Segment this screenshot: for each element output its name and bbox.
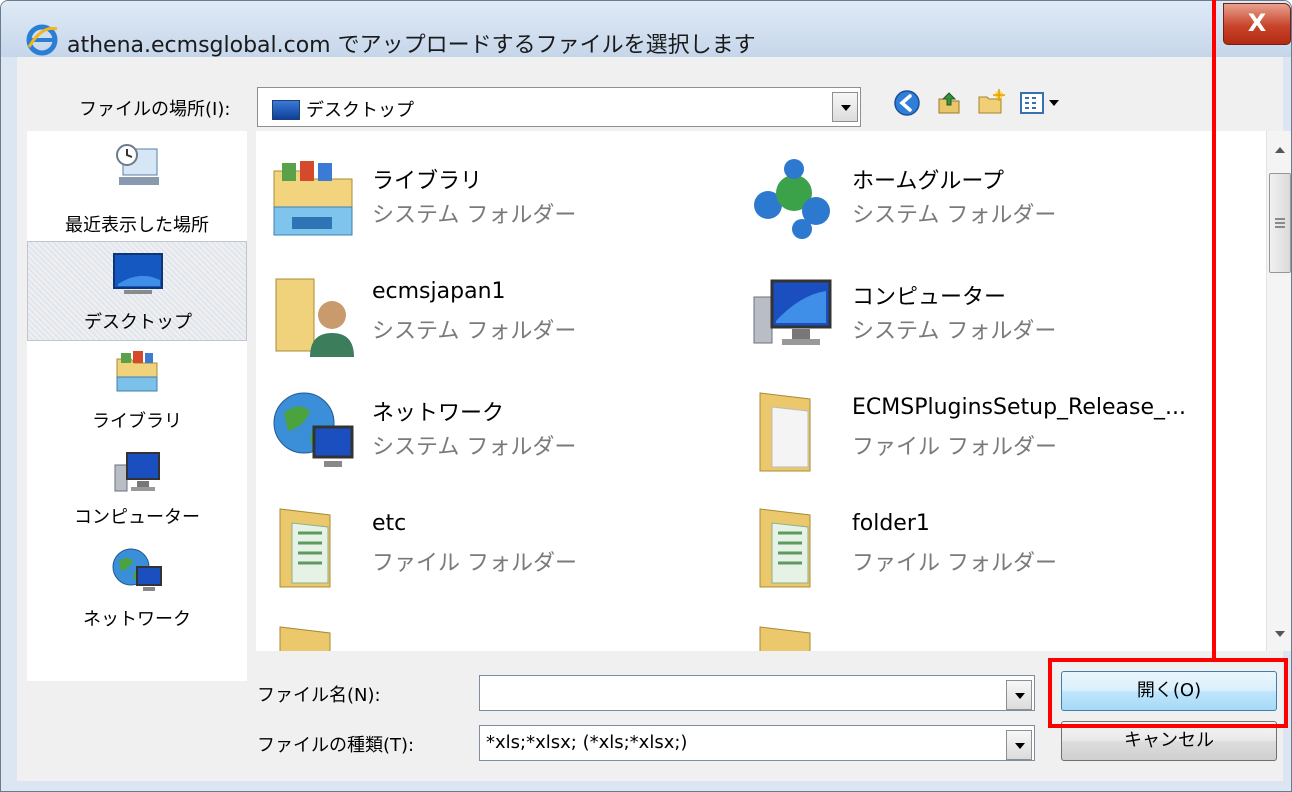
file-type: システム フォルダー	[372, 319, 577, 344]
file-item[interactable]: ホームグループ システム フォルダー	[750, 155, 1210, 265]
chevron-down-icon[interactable]	[1006, 730, 1032, 760]
file-item[interactable]: folder1 ファイル フォルダー	[750, 503, 1210, 613]
place-recent[interactable]: 最近表示した場所	[27, 137, 247, 237]
filetype-select[interactable]: *xls;*xlsx; (*xls;*xlsx;)	[479, 725, 1035, 761]
scroll-up-icon[interactable]	[1275, 147, 1285, 153]
file-type: システム フォルダー	[852, 203, 1057, 228]
place-libraries[interactable]: ライブラリ	[27, 345, 247, 445]
file-name: ライブラリ	[372, 169, 483, 194]
file-name: ネットワーク	[372, 401, 505, 426]
filetype-value: *xls;*xlsx; (*xls;*xlsx;)	[486, 732, 688, 753]
file-name: コンピューター	[852, 285, 1007, 310]
file-item[interactable]: etc ファイル フォルダー	[270, 503, 730, 613]
location-value: デスクトップ	[306, 100, 414, 121]
file-item[interactable]: ネットワーク システム フォルダー	[270, 387, 730, 497]
place-label: デスクトップ	[84, 312, 192, 333]
place-computer[interactable]: コンピューター	[27, 449, 247, 539]
file-name: etc	[372, 511, 407, 536]
desktop-icon	[113, 253, 163, 294]
libraries-icon	[116, 351, 158, 392]
scroll-thumb[interactable]	[1269, 173, 1291, 273]
chevron-down-icon[interactable]	[1006, 680, 1032, 710]
file-item[interactable]: コンピューター システム フォルダー	[750, 271, 1210, 381]
title-bar[interactable]: athena.ecmsglobal.com でアップロードするファイルを選択しま…	[1, 1, 1291, 58]
filename-label: ファイル名(N):	[257, 685, 381, 706]
close-button[interactable]: X	[1223, 3, 1291, 45]
user-folder-icon	[275, 278, 354, 357]
new-folder-icon[interactable]	[975, 87, 1007, 119]
filename-input[interactable]	[479, 675, 1035, 711]
up-folder-icon[interactable]	[933, 87, 965, 119]
file-item[interactable]: ecmsjapan1 システム フォルダー	[270, 271, 730, 381]
file-name: folder1	[852, 511, 930, 536]
folder-icon	[279, 508, 331, 588]
homegroup-icon	[754, 159, 830, 239]
filetype-label: ファイルの種類(T):	[257, 735, 415, 756]
window-title: athena.ecmsglobal.com でアップロードするファイルを選択しま…	[67, 33, 756, 58]
file-item[interactable]: ライブラリ システム フォルダー	[270, 155, 730, 265]
computer-icon	[114, 452, 160, 492]
file-type: システム フォルダー	[372, 203, 577, 228]
grip-icon	[1275, 218, 1285, 220]
vertical-scrollbar[interactable]	[1266, 131, 1291, 651]
back-icon[interactable]	[891, 87, 923, 119]
file-item-partial[interactable]	[750, 621, 1210, 651]
folder-icon	[759, 626, 811, 651]
location-dropdown[interactable]: デスクトップ	[257, 87, 861, 127]
network-icon	[112, 548, 162, 591]
place-label: ネットワーク	[83, 609, 191, 630]
view-menu-icon[interactable]	[1017, 87, 1071, 119]
file-type: システム フォルダー	[372, 435, 577, 460]
annotation-highlight-box	[1048, 658, 1288, 728]
place-network[interactable]: ネットワーク	[27, 539, 247, 639]
file-item[interactable]: ECMSPluginsSetup_Release_... ファイル フォルダー	[750, 387, 1210, 497]
places-bar: 最近表示した場所 デスクトップ ライブラリ コンピューター ネットワーク	[27, 131, 247, 681]
file-type: ファイル フォルダー	[372, 551, 577, 576]
file-name: ECMSPluginsSetup_Release_...	[852, 395, 1186, 420]
location-label: ファイルの場所(I):	[79, 99, 231, 120]
recent-places-icon	[116, 144, 159, 185]
file-type: ファイル フォルダー	[852, 551, 1057, 576]
computer-icon	[753, 279, 832, 345]
folder-icon	[279, 626, 331, 651]
place-label: ライブラリ	[92, 411, 182, 432]
place-label: 最近表示した場所	[65, 215, 209, 236]
chevron-down-icon[interactable]	[832, 92, 858, 122]
file-type: ファイル フォルダー	[852, 435, 1057, 460]
folder-icon	[759, 392, 811, 472]
libraries-folder-icon	[273, 161, 353, 236]
annotation-line	[1212, 0, 1216, 660]
file-list: ライブラリ システム フォルダー ホームグループ システム フォルダー ecms…	[256, 131, 1270, 651]
place-label: コンピューター	[74, 507, 200, 528]
file-type: システム フォルダー	[852, 319, 1057, 344]
folder-icon	[759, 508, 811, 588]
desktop-icon	[272, 100, 300, 120]
scroll-down-icon[interactable]	[1275, 631, 1285, 637]
file-name: ecmsjapan1	[372, 279, 506, 304]
network-icon	[273, 392, 354, 467]
file-item-partial[interactable]	[270, 621, 730, 651]
ie-icon	[26, 24, 58, 56]
place-desktop[interactable]: デスクトップ	[27, 241, 247, 341]
file-name: ホームグループ	[852, 169, 1005, 194]
